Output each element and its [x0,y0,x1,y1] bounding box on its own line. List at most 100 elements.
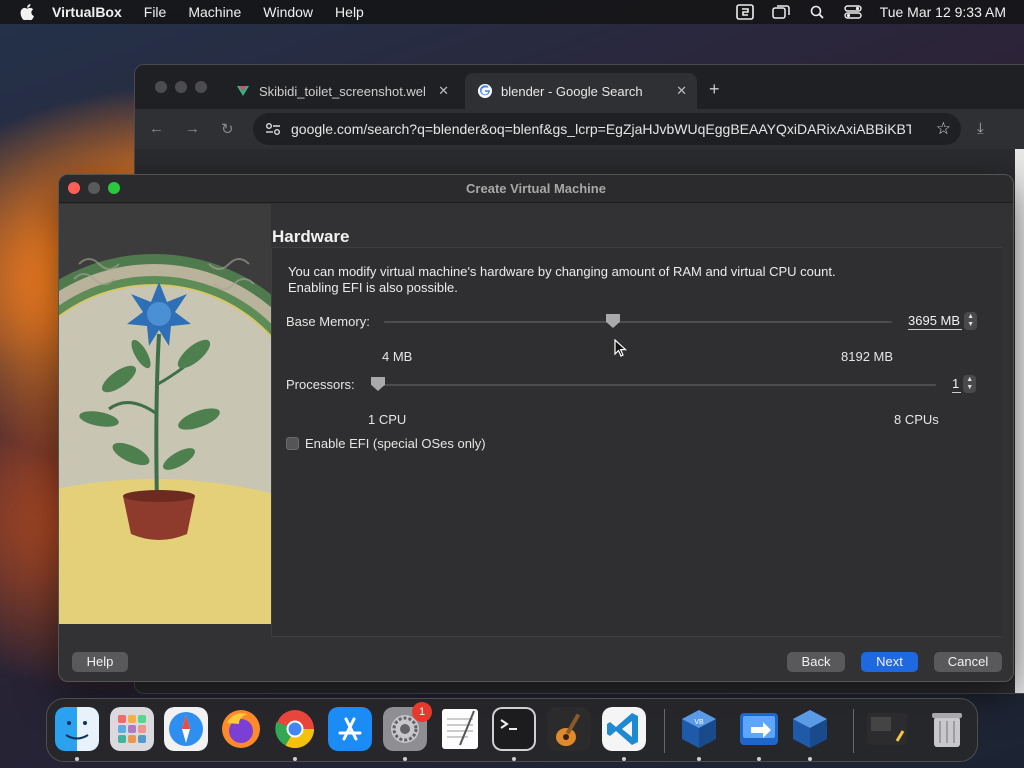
tab-close-icon[interactable]: ✕ [438,83,449,99]
menu-app-name[interactable]: VirtualBox [52,4,122,20]
menu-machine[interactable]: Machine [188,4,241,20]
back-arrow-icon[interactable]: ← [149,120,164,137]
tab-close-icon[interactable]: ✕ [676,83,687,99]
base-memory-slider-track[interactable] [384,321,892,323]
browser-toolbar: ← → ↻ google.com/search?q=blender&oq=ble… [135,109,1024,149]
memory-max-label: 8192 MB [841,349,894,364]
running-indicator [808,757,812,761]
browser-window-controls [155,81,207,93]
base-memory-slider-thumb[interactable] [605,314,620,328]
dialog-title: Create Virtual Machine [466,181,606,196]
download-icon[interactable]: ⤓ [977,120,984,137]
browser-close-button[interactable] [155,81,167,93]
memory-min-label: 4 MB [382,349,413,364]
dock: VB [46,698,978,762]
vscode-icon[interactable] [602,707,646,751]
base-memory-label: Base Memory: [286,314,370,329]
dialog-zoom-button[interactable] [108,182,120,194]
processors-slider-track[interactable] [378,384,936,386]
terminal-icon[interactable] [492,707,536,751]
menu-file[interactable]: File [144,4,167,20]
window-overlap-icon[interactable] [771,4,790,20]
dialog-minimize-button [88,182,100,194]
help-button[interactable]: Help [72,652,128,672]
hardware-panel: You can modify virtual machine's hardwar… [271,247,1002,637]
virtualbox-vm-icon[interactable] [788,707,832,751]
site-settings-icon[interactable] [265,122,281,136]
running-indicator [622,757,626,761]
base-memory-value[interactable]: 3695 MB [908,312,963,330]
virtualbox-icon[interactable]: VB [677,707,721,751]
tab-google-search[interactable]: blender - Google Search ✕ [465,73,697,109]
trash-icon[interactable] [925,707,969,751]
browser-minimize-button[interactable] [175,81,187,93]
notification-badge: 1 [412,702,432,722]
description-line: You can modify virtual machine's hardwar… [288,264,836,279]
back-button[interactable]: Back [787,652,845,672]
processors-slider-thumb[interactable] [371,377,385,391]
spotlight-search-icon[interactable] [808,4,826,20]
wizard-flower-illustration [59,204,271,624]
enable-efi-label[interactable]: Enable EFI (special OSes only) [305,436,486,451]
browser-zoom-button[interactable] [195,81,207,93]
processors-min-label: 1 CPU [368,412,407,427]
apple-icon[interactable] [20,4,38,20]
menu-help[interactable]: Help [335,4,364,20]
running-indicator [403,757,407,761]
enable-efi-checkbox[interactable]: Enable EFI (special OSes only) [286,436,486,451]
url-text: google.com/search?q=blender&oq=blenf&gs_… [291,121,911,137]
tab-title: blender - Google Search [501,83,643,99]
svg-text:VB: VB [694,719,704,726]
dialog-titlebar: Create Virtual Machine [59,175,1013,203]
menu-window[interactable]: Window [263,4,313,20]
dock-separator [853,709,854,753]
screen-capture-icon[interactable] [735,4,754,20]
tab-title: Skibidi_toilet_screenshot.webp [259,83,425,99]
processors-spinbox[interactable]: 1 ▲ ▼ [952,374,977,394]
hardware-description: You can modify virtual machine's hardwar… [288,264,836,296]
cancel-button[interactable]: Cancel [934,652,1002,672]
firefox-icon[interactable] [219,707,263,751]
description-line: Enabling EFI is also possible. [288,280,458,295]
screenshot-folder-icon[interactable] [865,707,909,751]
control-center-icon[interactable] [843,4,862,20]
chrome-icon[interactable] [273,707,317,751]
app-store-icon[interactable] [328,707,372,751]
launchpad-icon[interactable] [110,707,154,751]
page-content-edge [1015,149,1024,693]
running-indicator [293,757,297,761]
stepper-arrows-icon[interactable]: ▲ ▼ [963,375,977,393]
base-memory-spinbox[interactable]: 3695 MB ▲ ▼ [908,311,978,331]
menu-clock[interactable]: Tue Mar 12 9:33 AM [880,4,1006,20]
textedit-icon[interactable] [438,707,482,751]
garageband-icon[interactable] [547,707,591,751]
dialog-window-controls [68,182,120,194]
processors-value[interactable]: 1 [952,375,962,393]
google-logo-icon [478,84,492,98]
new-tab-icon[interactable]: + [709,79,720,100]
running-indicator [757,757,761,761]
mouse-pointer-icon [614,339,628,357]
safari-icon[interactable] [164,707,208,751]
forward-arrow-icon[interactable]: → [185,120,200,137]
next-button[interactable]: Next [861,652,918,672]
migration-assistant-icon[interactable] [737,707,781,751]
reload-icon[interactable]: ↻ [221,120,234,138]
finder-icon[interactable] [55,707,99,751]
webp-file-icon [237,86,249,96]
processors-max-label: 8 CPUs [894,412,939,427]
create-vm-dialog: Create Virtual Machine Hardware You can … [58,174,1014,682]
address-bar[interactable]: google.com/search?q=blender&oq=blenf&gs_… [253,113,961,145]
bookmark-star-icon[interactable]: ☆ [936,119,951,139]
processors-label: Processors: [286,377,355,392]
tab-image-file[interactable]: Skibidi_toilet_screenshot.webp ✕ [223,73,459,109]
stepper-arrows-icon[interactable]: ▲ ▼ [964,312,978,330]
menu-bar: VirtualBox File Machine Window Help Tue … [0,0,1024,24]
running-indicator [512,757,516,761]
dialog-close-button[interactable] [68,182,80,194]
tab-strip: Skibidi_toilet_screenshot.webp ✕ blender… [135,65,1024,109]
checkbox-box[interactable] [286,437,299,450]
running-indicator [75,757,79,761]
dock-separator [664,709,665,753]
running-indicator [697,757,701,761]
